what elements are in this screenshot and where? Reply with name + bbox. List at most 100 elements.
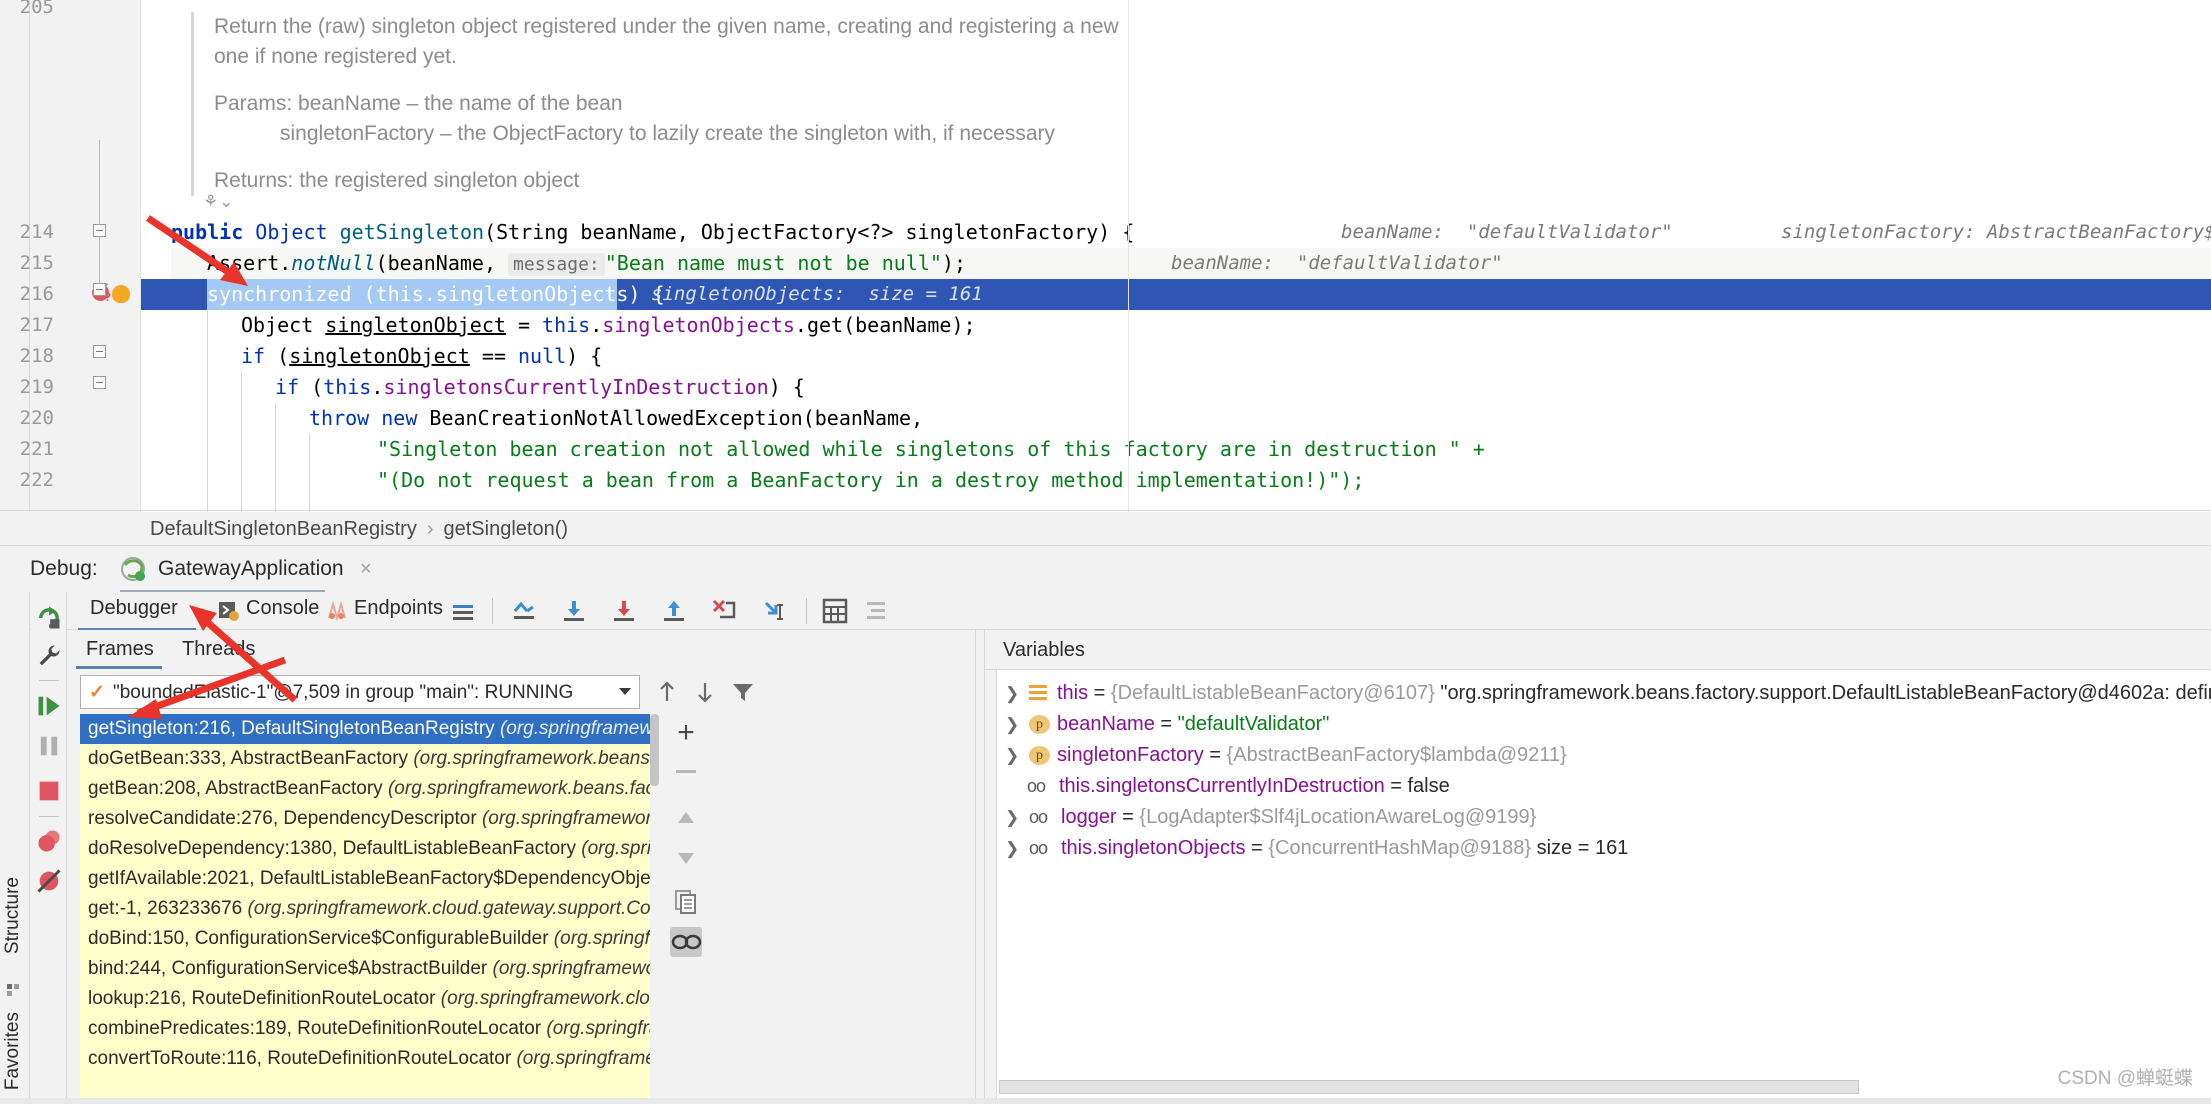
evaluate-expression-icon[interactable] (822, 598, 848, 624)
tab-debugger[interactable]: Debugger (90, 597, 178, 620)
frames-list[interactable]: getSingleton:216, DefaultSingletonBeanRe… (80, 714, 650, 1104)
chevron-right-icon[interactable]: ❯ (1005, 678, 1019, 709)
line-number-205: 205 (19, 0, 54, 18)
method-getsingleton: getSingleton (339, 220, 485, 244)
intention-bulb-icon[interactable] (112, 285, 130, 303)
frames-side-toolbar[interactable]: + (668, 712, 704, 1104)
chevron-right-icon[interactable]: ❯ (1005, 833, 1019, 864)
step-out-icon[interactable] (660, 597, 688, 625)
code-line-218-text: if (singletonObject == null) {if (single… (241, 344, 603, 368)
list-item[interactable]: getSingleton:216, DefaultSingletonBeanRe… (80, 714, 650, 744)
tab-console[interactable]: Console (246, 597, 319, 620)
tab-endpoints[interactable]: Endpoints (354, 597, 443, 620)
copy-icon[interactable] (672, 887, 700, 915)
frames-scrollbar[interactable] (650, 714, 659, 1104)
arrow-up-icon[interactable] (654, 679, 680, 705)
fold-marker-216[interactable] (93, 283, 106, 296)
list-item[interactable]: lookup:216, RouteDefinitionRouteLocator … (80, 984, 650, 1014)
step-over-icon[interactable] (560, 597, 588, 625)
move-down-icon[interactable] (672, 844, 700, 872)
code-line-214[interactable]: public Object getSingleton(String beanNa… (141, 217, 2211, 248)
editor-gutter[interactable]: 205 214 215 216 217 218 219 220 221 222 … (20, 0, 140, 512)
debugger-tabs-row[interactable]: Debugger Console Endpoints (68, 592, 2211, 631)
arrow-down-icon[interactable] (692, 679, 718, 705)
chevron-right-icon[interactable]: ❯ (1005, 709, 1019, 740)
frames-tabbar[interactable]: Frames Threads (68, 630, 975, 670)
javadoc-comment: Return the (raw) singleton object regist… (191, 12, 1251, 196)
line-number-215: 215 (19, 252, 54, 274)
step-into-icon[interactable] (610, 597, 638, 625)
chevron-right-icon[interactable]: ❯ (1005, 740, 1019, 771)
list-item[interactable]: getIfAvailable:2021, DefaultListableBean… (80, 864, 650, 894)
fold-marker-214[interactable] (93, 224, 106, 237)
variables-hscrollbar-thumb[interactable] (999, 1080, 1859, 1094)
list-item[interactable]: get:-1, 263233676 (org.springframework.c… (80, 894, 650, 924)
list-item[interactable]: resolveCandidate:276, DependencyDescript… (80, 804, 650, 834)
code-line-219[interactable]: if (this.singletonsCurrentlyInDestructio… (141, 372, 2211, 403)
list-item[interactable]: doGetBean:333, AbstractBeanFactory (org.… (80, 744, 650, 774)
frame-method: lookup:216, RouteDefinitionRouteLocator (88, 988, 441, 1009)
list-item[interactable]: doBind:150, ConfigurationService$Configu… (80, 924, 650, 954)
fold-marker-219[interactable] (93, 376, 106, 389)
run-to-cursor-icon[interactable] (760, 597, 788, 625)
code-line-221[interactable]: "Singleton bean creation not allowed whi… (141, 434, 2211, 465)
code-line-215[interactable]: Assert.notNull(beanName, message: "Bean n… (141, 248, 2211, 279)
right-tool-sidebar[interactable] (31, 592, 67, 1104)
variables-pane[interactable]: Variables ❯ this = {DefaultListableBeanF… (985, 630, 2211, 1104)
javadoc-desc-line2: one if none registered yet. (214, 45, 457, 68)
plus-icon[interactable]: + (672, 718, 700, 748)
parameter-badge-icon: p (1029, 746, 1050, 765)
fold-marker-218[interactable] (93, 345, 106, 358)
field-badge-icon: oo (1029, 807, 1048, 827)
frames-scrollbar-thumb[interactable] (650, 714, 659, 786)
chevron-down-icon[interactable] (619, 688, 631, 695)
frame-package: (org.springframework.cloud.gateway.suppo… (553, 928, 650, 949)
move-up-icon[interactable] (672, 804, 700, 832)
variables-pane-divider[interactable] (975, 630, 985, 1104)
param-hint-message: message: (508, 253, 605, 276)
show-execution-point-icon[interactable] (510, 597, 538, 625)
variable-this-text: this = {DefaultListableBeanFactory@6107}… (1057, 678, 2211, 709)
left-tool-sidebar[interactable]: Structure Favorites ★ (0, 592, 30, 1104)
breadcrumb-method[interactable]: getSingleton() (444, 518, 569, 540)
force-step-into-icon[interactable] (710, 597, 738, 625)
breadcrumb[interactable]: DefaultSingletonBeanRegistry › getSingleto… (150, 518, 568, 541)
thread-selector[interactable]: ✓ "boundedElastic-1"@7,509 in group "mai… (80, 675, 640, 709)
annotation-gutter-icon[interactable]: ⚘⌄ (203, 192, 234, 212)
list-item[interactable]: convertToRoute:116, RouteDefinitionRoute… (80, 1044, 650, 1074)
list-item[interactable]: combinePredicates:189, RouteDefinitionRo… (80, 1014, 650, 1044)
list-item[interactable]: doResolveDependency:1380, DefaultListabl… (80, 834, 650, 864)
chevron-right-icon[interactable]: ❯ (1005, 802, 1019, 833)
line-number-222: 222 (19, 469, 54, 491)
fold-region-line (99, 140, 100, 224)
frame-package: (org.springframework.beans.factory.suppo… (581, 838, 650, 859)
structure-icon (7, 984, 19, 996)
breadcrumb-class[interactable]: DefaultSingletonBeanRegistry (150, 518, 417, 540)
frame-package: (org.springframework.beans.factory.suppo… (499, 718, 650, 739)
minus-icon[interactable] (672, 758, 700, 786)
tab-frames[interactable]: Frames (86, 638, 154, 661)
code-line-220[interactable]: throw new BeanCreationNotAllowedExceptio… (141, 403, 2211, 434)
right-margin-guide (1128, 0, 1129, 512)
frames-pane[interactable]: Frames Threads ✓ "boundedElastic-1"@7,50… (68, 630, 975, 1104)
close-icon[interactable]: × (360, 558, 372, 581)
code-text-area[interactable]: Return the (raw) singleton object regist… (112, 0, 2211, 512)
code-line-218[interactable]: if (singletonObject == null) {if (single… (141, 341, 2211, 372)
variables-horizontal-scrollbar[interactable] (999, 1080, 1859, 1094)
list-item[interactable]: bind:244, ConfigurationService$AbstractB… (80, 954, 650, 984)
mute-breakpoints-toolbar-icon[interactable] (450, 598, 476, 624)
debug-tool-window[interactable]: Debug: GatewayApplication × Structure Fa… (0, 546, 2211, 1104)
list-item[interactable]: getBean:208, AbstractBeanFactory (org.sp… (80, 774, 650, 804)
filter-icon[interactable] (730, 679, 756, 705)
variable-name: logger (1061, 806, 1117, 828)
tab-threads[interactable]: Threads (182, 638, 255, 661)
code-line-222-text: "(Do not request a bean from a BeanFacto… (377, 468, 1365, 492)
endpoints-icon (328, 600, 346, 622)
code-line-222[interactable]: "(Do not request a bean from a BeanFacto… (141, 465, 2211, 496)
layout-settings-icon[interactable] (864, 598, 890, 624)
watches-icon[interactable] (670, 927, 702, 957)
code-editor[interactable]: 205 214 215 216 217 218 219 220 221 222 … (0, 0, 2211, 512)
parameter-badge-icon: p (1029, 715, 1050, 734)
frame-package: (org.springframework.cloud.gateway.suppo… (492, 958, 650, 979)
code-line-217[interactable]: Object singletonObject = this.singletonO… (141, 310, 2211, 341)
